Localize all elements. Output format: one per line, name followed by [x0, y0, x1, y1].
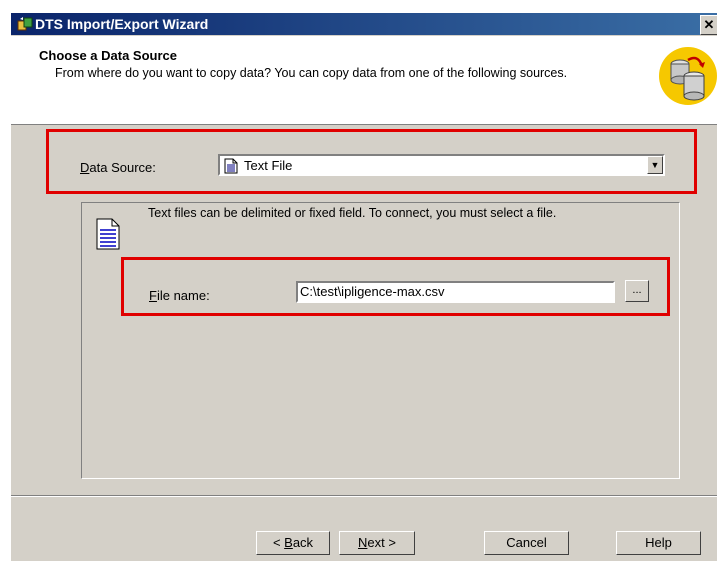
file-name-highlight: [121, 257, 670, 316]
back-button-prefix: <: [272, 535, 285, 550]
button-separator: [11, 495, 717, 497]
dts-wizard-icon: [17, 17, 33, 31]
close-icon: ✕: [703, 17, 715, 32]
next-button-rest: ext >: [367, 535, 396, 550]
text-file-options-group: [81, 202, 680, 479]
next-button-accel: N: [358, 535, 368, 550]
close-button[interactable]: ✕: [700, 15, 717, 35]
next-button[interactable]: Next >: [339, 531, 415, 555]
wizard-window: DTS Import/Export Wizard ✕ Choose a Data…: [10, 12, 717, 561]
page-description: From where do you want to copy data? You…: [55, 66, 568, 80]
back-button-rest: ack: [292, 535, 314, 550]
window-title: DTS Import/Export Wizard: [35, 16, 209, 32]
data-source-highlight: [46, 129, 697, 194]
back-button[interactable]: < Back: [256, 531, 330, 555]
help-button[interactable]: Help: [616, 531, 701, 555]
database-copy-icon: [659, 47, 717, 105]
page-title: Choose a Data Source: [39, 48, 177, 63]
title-bar: DTS Import/Export Wizard ✕: [11, 13, 717, 35]
text-file-description: Text files can be delimited or fixed fie…: [148, 206, 557, 220]
cancel-button[interactable]: Cancel: [484, 531, 569, 555]
wizard-header: Choose a Data Source From where do you w…: [11, 36, 717, 125]
back-button-accel: B: [284, 535, 293, 550]
text-file-large-icon: [96, 218, 120, 250]
